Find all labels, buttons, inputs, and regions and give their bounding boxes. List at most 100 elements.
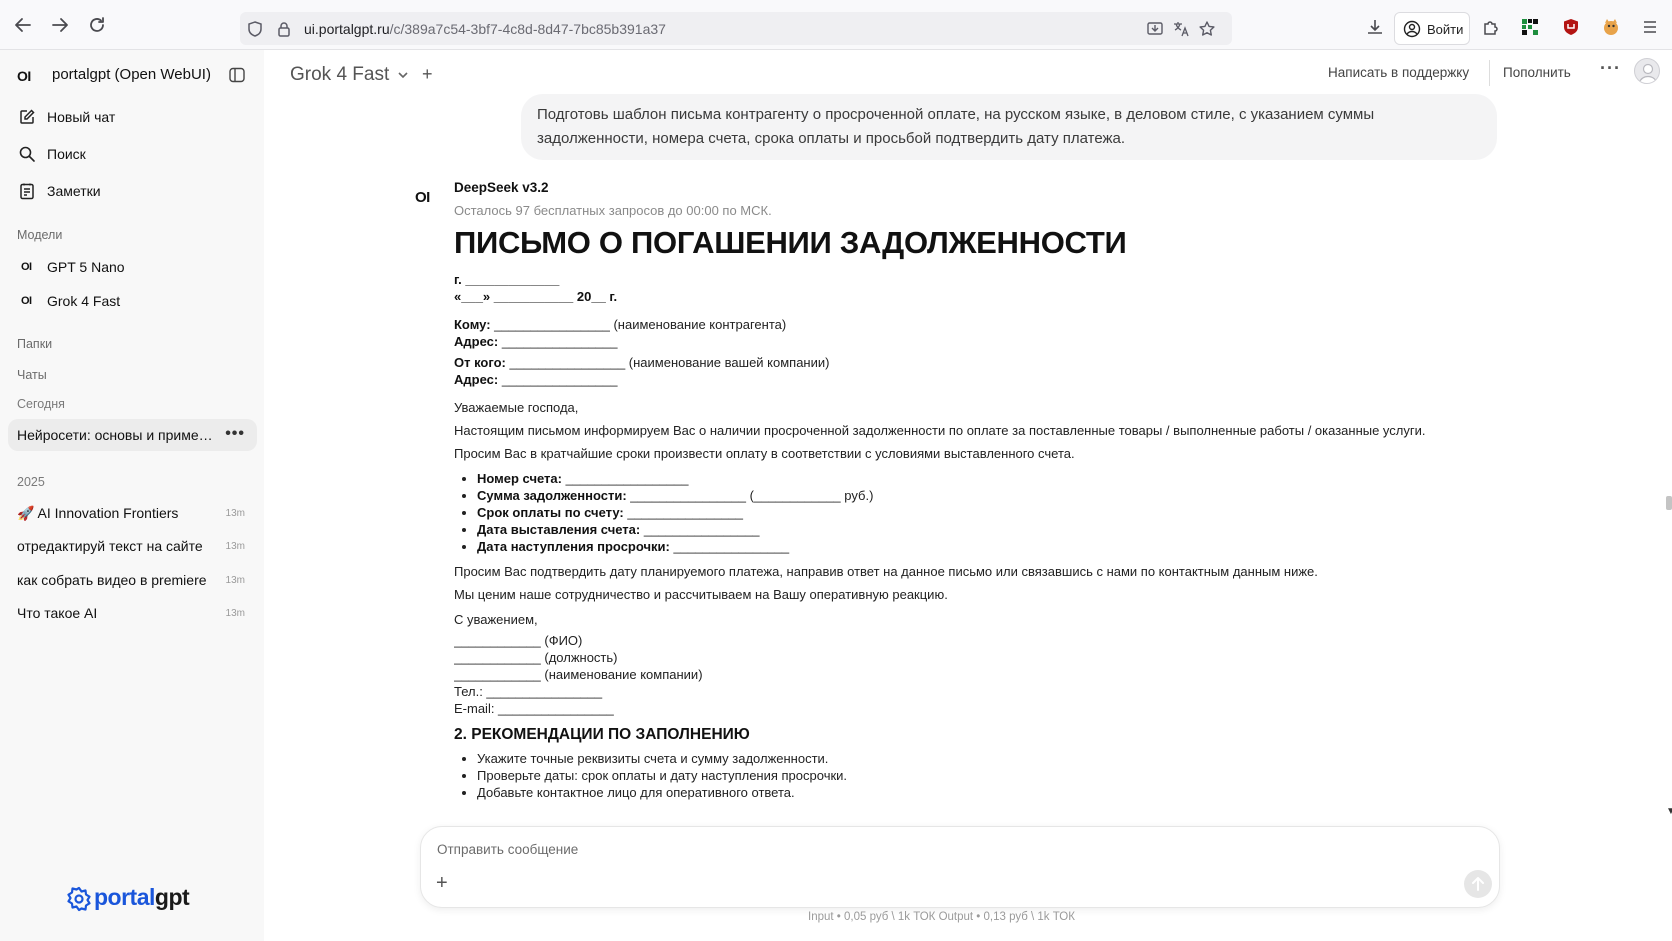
reload-icon bbox=[90, 17, 104, 32]
letter-paragraph: Настоящим письмом информируем Вас о нали… bbox=[454, 423, 1426, 438]
sidebar: OI portalgpt (Open WebUI) Новый чат Поис… bbox=[0, 50, 264, 941]
today-heading: Сегодня bbox=[17, 397, 65, 411]
letter-paragraph: Просим Вас в кратчайшие сроки произвести… bbox=[454, 446, 1075, 461]
list-item: Номер счета: _________________ bbox=[477, 470, 1464, 487]
chat-item[interactable]: как собрать видео в premiere 13m bbox=[8, 564, 257, 596]
chevron-down-icon[interactable] bbox=[397, 69, 409, 81]
send-button[interactable] bbox=[1464, 870, 1492, 898]
message-input[interactable]: Отправить сообщение bbox=[437, 842, 578, 857]
signature-position: ____________ (должность) bbox=[454, 650, 618, 665]
invoice-fields-list: Номер счета: _________________ Сумма зад… bbox=[454, 470, 1464, 555]
letter-date: «___» ___________ 20__ г. bbox=[454, 289, 618, 304]
qr-extension-icon[interactable] bbox=[1520, 17, 1540, 37]
search-icon bbox=[18, 145, 36, 163]
scroll-down-icon[interactable]: ▼ bbox=[1666, 806, 1672, 817]
sidebar-toggle-icon[interactable] bbox=[228, 66, 246, 84]
list-item: Добавьте контактное лицо для оперативног… bbox=[477, 784, 1464, 801]
signature-phone: Тел.: ________________ bbox=[454, 684, 603, 699]
add-model-button[interactable]: + bbox=[422, 64, 433, 85]
chat-item-active[interactable]: Нейросети: основы и применение ••• bbox=[8, 419, 257, 451]
more-menu-icon[interactable]: ··· bbox=[1600, 58, 1621, 79]
letter-greeting: Уважаемые господа, bbox=[454, 400, 579, 415]
pricing-info: Input • 0,05 руб \ 1k ТОК Output • 0,13 … bbox=[808, 911, 1075, 923]
letter-city: г. _____________ bbox=[454, 272, 560, 287]
search-button[interactable]: Поиск bbox=[8, 137, 256, 171]
model-label: GPT 5 Nano bbox=[47, 259, 125, 275]
notes-button[interactable]: Заметки bbox=[8, 174, 256, 208]
browser-toolbar: ui.portalgpt.ru/c/389a7c54-3bf7-4c8d-8d4… bbox=[0, 0, 1672, 50]
chat-title: Что такое AI bbox=[17, 605, 98, 621]
chats-heading[interactable]: Чаты bbox=[17, 368, 47, 382]
chat-title: 🚀 AI Innovation Frontiers bbox=[17, 505, 179, 521]
scrollbar[interactable]: ▼ bbox=[1665, 50, 1672, 941]
chat-time: 13m bbox=[225, 508, 245, 519]
ublock-icon[interactable] bbox=[1561, 17, 1581, 37]
lock-icon[interactable] bbox=[275, 20, 293, 38]
back-arrow-icon bbox=[15, 18, 31, 32]
message-composer[interactable]: Отправить сообщение + bbox=[420, 826, 1500, 908]
send-arrow-icon bbox=[1472, 877, 1484, 891]
letter-from: От кого: ________________ (наименование … bbox=[454, 355, 830, 370]
topup-link[interactable]: Пополнить bbox=[1503, 65, 1571, 80]
avatar[interactable] bbox=[1634, 58, 1660, 84]
list-item: Дата выставления счета: ________________ bbox=[477, 521, 1464, 538]
chat-time: 13m bbox=[225, 608, 245, 619]
letter-regards: С уважением, bbox=[454, 612, 538, 627]
translate-icon[interactable] bbox=[1172, 20, 1190, 38]
letter-title: ПИСЬМО О ПОГАШЕНИИ ЗАДОЛЖЕННОСТИ bbox=[454, 225, 1127, 260]
app-menu-icon[interactable] bbox=[1640, 17, 1660, 37]
app-logo[interactable]: OI bbox=[17, 68, 31, 84]
support-link[interactable]: Написать в поддержку bbox=[1328, 65, 1469, 80]
new-chat-icon bbox=[18, 108, 36, 126]
model-logo: OI bbox=[21, 295, 32, 307]
letter-from-address: Адрес: ________________ bbox=[454, 372, 618, 387]
chat-item[interactable]: Что такое AI 13m bbox=[8, 597, 257, 629]
brand-text-a: portal bbox=[94, 884, 155, 910]
signature-email: E-mail: ________________ bbox=[454, 701, 614, 716]
letter-to-address: Адрес: ________________ bbox=[454, 334, 618, 349]
login-button[interactable]: Войти bbox=[1394, 12, 1470, 45]
letter-paragraph: Просим Вас подтвердить дату планируемого… bbox=[454, 564, 1318, 579]
app-title[interactable]: portalgpt (Open WebUI) bbox=[52, 66, 211, 83]
signature-company: ____________ (наименование компании) bbox=[454, 667, 703, 682]
chat-title: отредактируй текст на сайте bbox=[17, 538, 203, 554]
url-text[interactable]: ui.portalgpt.ru/c/389a7c54-3bf7-4c8d-8d4… bbox=[304, 21, 666, 37]
forward-button[interactable] bbox=[49, 14, 71, 36]
new-chat-button[interactable]: Новый чат bbox=[8, 100, 256, 134]
section-heading: 2. РЕКОМЕНДАЦИИ ПО ЗАПОЛНЕНИЮ bbox=[454, 726, 750, 743]
chat-item[interactable]: отредактируй текст на сайте 13m bbox=[8, 530, 257, 562]
user-message: Подготовь шаблон письма контрагенту о пр… bbox=[521, 94, 1497, 160]
model-selector[interactable]: Grok 4 Fast bbox=[290, 64, 389, 86]
folders-heading[interactable]: Папки bbox=[17, 337, 52, 351]
attach-button[interactable]: + bbox=[436, 872, 448, 895]
chat-main: Grok 4 Fast + Написать в поддержку Попол… bbox=[264, 50, 1672, 941]
chat-more-icon[interactable]: ••• bbox=[225, 425, 245, 443]
assistant-response: ПИСЬМО О ПОГАШЕНИИ ЗАДОЛЖЕННОСТИ г. ____… bbox=[454, 222, 1464, 874]
reload-button[interactable] bbox=[86, 14, 108, 36]
shield-icon[interactable] bbox=[246, 20, 264, 38]
bookmark-star-icon[interactable] bbox=[1198, 20, 1216, 38]
models-heading: Модели bbox=[17, 228, 63, 242]
list-item: Сумма задолженности: ________________ (_… bbox=[477, 487, 1464, 504]
scrollbar-thumb[interactable] bbox=[1666, 496, 1672, 510]
chat-item[interactable]: 🚀 AI Innovation Frontiers 13m bbox=[8, 497, 257, 529]
header-divider bbox=[1489, 60, 1490, 86]
list-item: Проверьте даты: срок оплаты и дату насту… bbox=[477, 767, 1464, 784]
address-bar[interactable]: ui.portalgpt.ru/c/389a7c54-3bf7-4c8d-8d4… bbox=[240, 12, 1232, 45]
back-button[interactable] bbox=[12, 14, 34, 36]
downloads-icon[interactable] bbox=[1365, 17, 1385, 37]
list-item: Дата наступления просрочки: ____________… bbox=[477, 538, 1464, 555]
fox-extension-icon[interactable] bbox=[1601, 17, 1621, 37]
year-heading: 2025 bbox=[17, 475, 45, 489]
chat-time: 13m bbox=[225, 541, 245, 552]
install-page-icon[interactable] bbox=[1146, 20, 1164, 38]
assistant-name: DeepSeek v3.2 bbox=[454, 180, 549, 195]
tips-list: Укажите точные реквизиты счета и сумму з… bbox=[454, 750, 1464, 801]
extensions-icon[interactable] bbox=[1481, 17, 1501, 37]
chat-time: 13m bbox=[225, 575, 245, 586]
model-label: Grok 4 Fast bbox=[47, 293, 121, 309]
chat-title: как собрать видео в premiere bbox=[17, 572, 207, 588]
letter-to: Кому: ________________ (наименование кон… bbox=[454, 317, 787, 332]
list-item: Укажите точные реквизиты счета и сумму з… bbox=[477, 750, 1464, 767]
notes-icon bbox=[18, 182, 36, 200]
